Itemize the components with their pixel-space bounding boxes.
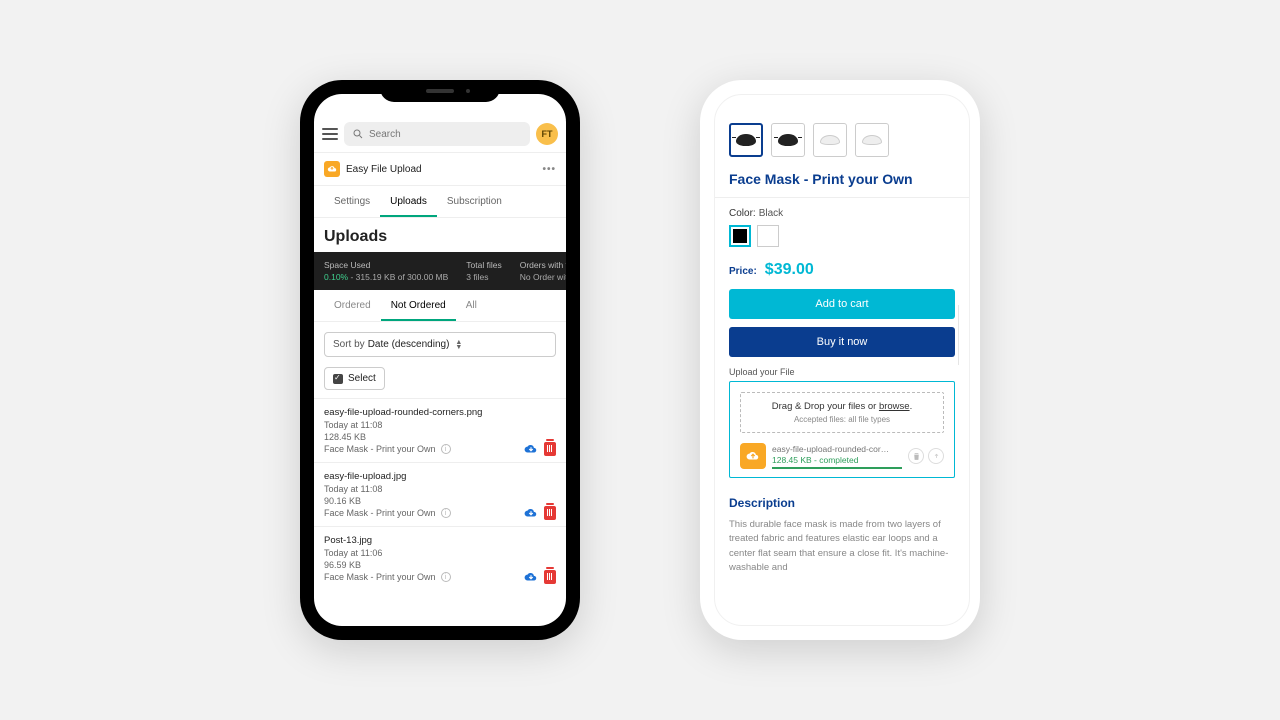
remove-upload-icon[interactable] (908, 448, 924, 464)
app-title-row: Easy File Upload ••• (314, 152, 566, 186)
color-label: Color: (729, 208, 756, 219)
stat-total-label: Total files (466, 260, 501, 270)
delete-icon[interactable] (544, 570, 556, 584)
download-icon[interactable] (524, 442, 538, 456)
file-size: 90.16 KB (324, 496, 556, 506)
file-size: 128.45 KB (324, 432, 556, 442)
file-item[interactable]: easy-file-upload-rounded-corners.png Tod… (314, 398, 566, 462)
info-icon[interactable]: i (441, 444, 451, 454)
info-icon[interactable]: i (441, 508, 451, 518)
stat-total-value: 3 files (466, 272, 501, 282)
subtab-ordered[interactable]: Ordered (324, 290, 381, 321)
description-text: This durable face mask is made from two … (729, 518, 955, 575)
color-value: Black (759, 208, 783, 219)
file-name: easy-file-upload.jpg (324, 471, 556, 482)
product-thumbnails (715, 119, 969, 167)
price-label: Price: (729, 266, 757, 277)
more-icon[interactable]: ••• (542, 164, 556, 175)
phone-notch (380, 80, 500, 102)
mask-dark-icon (736, 134, 756, 146)
file-time: Today at 11:08 (324, 420, 556, 430)
download-icon[interactable] (524, 570, 538, 584)
swatch-white[interactable] (757, 225, 779, 247)
dropzone-text-a: Drag & Drop your files or (772, 401, 879, 412)
main-tabs: Settings Uploads Subscription (314, 186, 566, 218)
reupload-icon[interactable] (928, 448, 944, 464)
phone-frame-right: Face Mask - Print your Own Color:Black P… (700, 80, 980, 640)
screen-right: Face Mask - Print your Own Color:Black P… (714, 94, 970, 626)
file-list: easy-file-upload-rounded-corners.png Tod… (314, 398, 566, 626)
stat-space-pct: 0.10% (324, 272, 348, 282)
screen-left: Search FT Easy File Upload ••• Settings … (314, 94, 566, 626)
select-label: Select (348, 373, 376, 384)
swatch-black[interactable] (729, 225, 751, 247)
tab-uploads[interactable]: Uploads (380, 186, 437, 217)
file-product: Face Mask - Print your Own (324, 508, 436, 518)
phone-frame-left: Search FT Easy File Upload ••• Settings … (300, 80, 580, 640)
buy-now-button[interactable]: Buy it now (729, 327, 955, 357)
uploaded-file-status: 128.45 KB - completed (772, 455, 902, 465)
file-item[interactable]: Post-13.jpg Today at 11:06 96.59 KB Face… (314, 526, 566, 590)
stats-bar: Space Used 0.10% - 315.19 KB of 300.00 M… (314, 252, 566, 290)
delete-icon[interactable] (544, 506, 556, 520)
add-to-cart-button[interactable]: Add to cart (729, 289, 955, 319)
page-title: Uploads (314, 218, 566, 252)
upload-label: Upload your File (715, 365, 969, 381)
download-icon[interactable] (524, 506, 538, 520)
mask-light-icon (862, 135, 882, 145)
tab-settings[interactable]: Settings (324, 186, 380, 217)
product-title: Face Mask - Print your Own (715, 167, 969, 198)
app-icon (324, 161, 340, 177)
dropzone[interactable]: Drag & Drop your files or browse. Accept… (740, 392, 944, 433)
avatar[interactable]: FT (536, 123, 558, 145)
subtab-all[interactable]: All (456, 290, 487, 321)
file-time: Today at 11:08 (324, 484, 556, 494)
subtab-not-ordered[interactable]: Not Ordered (381, 290, 456, 321)
search-placeholder: Search (369, 129, 401, 140)
file-product: Face Mask - Print your Own (324, 572, 436, 582)
select-button[interactable]: Select (324, 367, 385, 390)
sort-prefix: Sort by (333, 339, 365, 350)
mask-dark-icon (778, 134, 798, 146)
delete-icon[interactable] (544, 442, 556, 456)
uploaded-file-row: easy-file-upload-rounded-cor… 128.45 KB … (740, 443, 944, 469)
thumb-1[interactable] (729, 123, 763, 157)
top-bar: Search FT (314, 94, 566, 152)
tab-subscription[interactable]: Subscription (437, 186, 512, 217)
browse-link[interactable]: browse (879, 401, 910, 412)
file-type-icon (740, 443, 766, 469)
sort-dropdown[interactable]: Sort by Date (descending) ▲▼ (324, 332, 556, 357)
checkbox-icon (333, 374, 343, 384)
side-divider (958, 305, 959, 365)
mask-light-icon (820, 135, 840, 145)
accepted-note: Accepted files: all file types (747, 415, 937, 424)
file-product: Face Mask - Print your Own (324, 444, 436, 454)
upload-progress-bar (772, 467, 902, 469)
sort-arrows-icon: ▲▼ (455, 340, 462, 350)
upload-box[interactable]: Drag & Drop your files or browse. Accept… (729, 381, 955, 478)
file-name: Post-13.jpg (324, 535, 556, 546)
hamburger-icon[interactable] (322, 128, 338, 140)
sub-tabs: Ordered Not Ordered All (314, 290, 566, 322)
file-size: 96.59 KB (324, 560, 556, 570)
stat-orders-label: Orders with files (520, 260, 566, 270)
file-item[interactable]: easy-file-upload.jpg Today at 11:08 90.1… (314, 462, 566, 526)
stat-space-detail: - 315.19 KB of 300.00 MB (348, 272, 448, 282)
price-value: $39.00 (765, 261, 814, 279)
uploaded-file-name: easy-file-upload-rounded-cor… (772, 444, 902, 454)
app-name: Easy File Upload (346, 164, 422, 175)
sort-value: Date (descending) (368, 339, 450, 350)
info-icon[interactable]: i (441, 572, 451, 582)
thumb-2[interactable] (771, 123, 805, 157)
search-input[interactable]: Search (344, 122, 530, 146)
thumb-3[interactable] (813, 123, 847, 157)
description-heading: Description (729, 496, 955, 510)
thumb-4[interactable] (855, 123, 889, 157)
search-icon (352, 128, 364, 140)
stat-space-label: Space Used (324, 260, 448, 270)
stat-orders-value: No Order with files yet (520, 272, 566, 282)
file-name: easy-file-upload-rounded-corners.png (324, 407, 556, 418)
file-time: Today at 11:06 (324, 548, 556, 558)
